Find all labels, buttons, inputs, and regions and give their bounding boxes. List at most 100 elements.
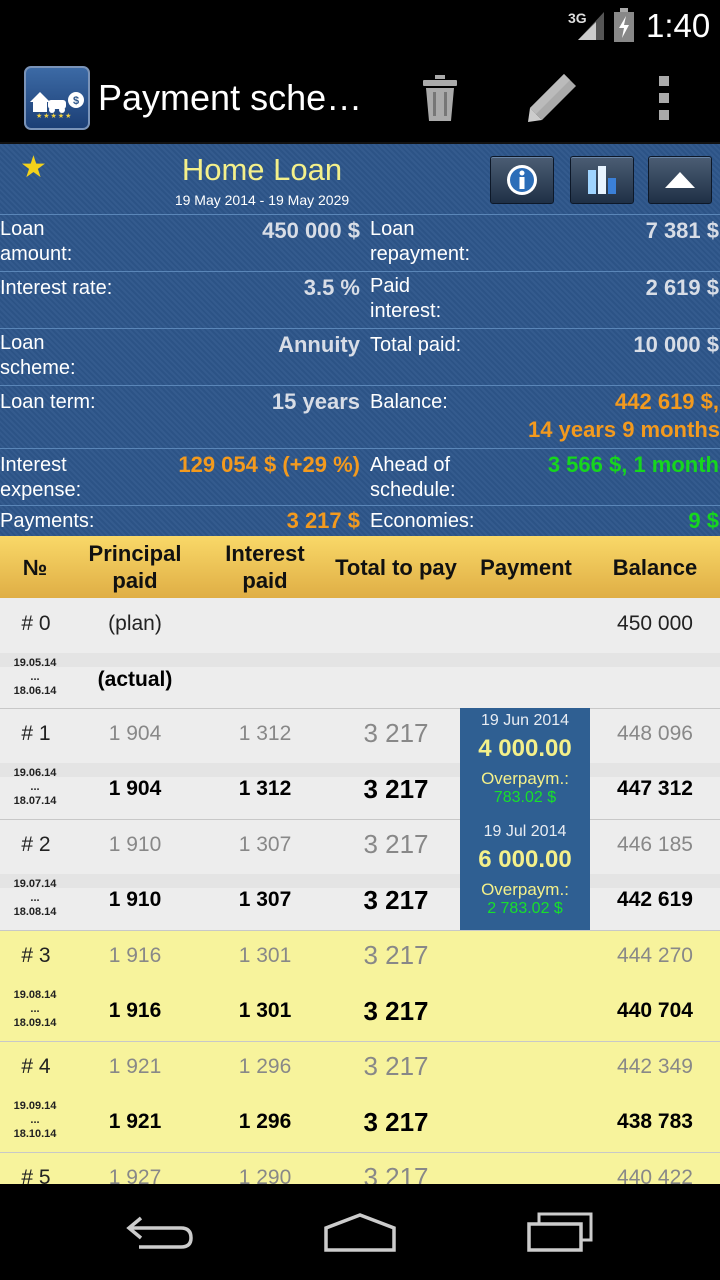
period-dates: 19.09.14... 18.10.14 bbox=[13, 1100, 57, 1140]
plan-balance: 446 185 bbox=[617, 833, 693, 856]
summary-row: Loan amount: 450 000 $ Loan repayment: 7… bbox=[0, 214, 720, 271]
economies-label: Economies: bbox=[370, 510, 475, 532]
plan-total: 3 217 bbox=[363, 1162, 429, 1184]
schedule-table-header: № Principal paid Interest paid Total to … bbox=[0, 536, 720, 598]
overpayment-label: Overpaym.: bbox=[481, 769, 569, 788]
actual-balance: 438 783 bbox=[617, 1110, 693, 1133]
actual-balance: 440 704 bbox=[617, 999, 693, 1022]
col-total-to-pay[interactable]: Total to pay bbox=[330, 536, 462, 598]
actual-label: (actual) bbox=[97, 668, 173, 691]
loan-dates: 19 May 2014 - 19 May 2029 bbox=[174, 192, 350, 208]
table-row[interactable]: # 4 1 921 1 296 3 217 442 349 19.09.14..… bbox=[0, 1041, 720, 1152]
more-vert-icon bbox=[659, 76, 669, 120]
plan-total: 3 217 bbox=[363, 940, 429, 970]
summary-row: Loan scheme: Annuity Total paid: 10 000 … bbox=[0, 328, 720, 385]
ahead-of-schedule-value: 3 566 $, 1 month bbox=[547, 452, 719, 477]
table-row[interactable]: # 3 1 916 1 301 3 217 444 270 19.08.14..… bbox=[0, 930, 720, 1041]
col-number[interactable]: № bbox=[0, 536, 70, 598]
loan-term-value: 15 years bbox=[271, 389, 360, 414]
rating-stars-icon: ★★★★★ bbox=[36, 113, 73, 120]
col-payment[interactable]: Payment bbox=[462, 536, 590, 598]
table-row[interactable]: # 2 1 910 1 307 3 217 446 185 19.07.14..… bbox=[0, 819, 720, 930]
plan-total: 3 217 bbox=[363, 1051, 429, 1081]
actual-interest: 1 296 bbox=[238, 1110, 292, 1133]
plan-balance: 444 270 bbox=[617, 944, 693, 967]
action-bar: $ ★★★★★ Payment sche… bbox=[0, 50, 720, 144]
period-dates: 19.05.14... 18.06.14 bbox=[13, 657, 57, 697]
row-number: # 1 bbox=[21, 722, 51, 745]
actual-interest: 1 307 bbox=[238, 888, 292, 911]
interest-rate-value: 3.5 % bbox=[303, 275, 360, 300]
row-number: # 5 bbox=[21, 1166, 51, 1184]
loan-repayment-value: 7 381 $ bbox=[645, 218, 719, 243]
payment-cell[interactable]: 19 Jul 2014 6 000.00 Overpaym.: 2 783.02… bbox=[460, 819, 590, 930]
edit-button[interactable] bbox=[524, 70, 580, 126]
row-number: # 2 bbox=[21, 833, 51, 856]
row-number: # 4 bbox=[21, 1055, 51, 1078]
back-icon bbox=[126, 1216, 193, 1249]
plan-principal: 1 927 bbox=[108, 1166, 162, 1184]
delete-button[interactable] bbox=[412, 70, 468, 126]
payment-date: 19 Jun 2014 bbox=[480, 712, 570, 729]
plan-principal: 1 921 bbox=[108, 1055, 162, 1078]
actual-balance: 442 619 bbox=[617, 888, 693, 911]
recent-apps-button[interactable] bbox=[520, 1210, 600, 1254]
table-row[interactable]: # 5 1 927 1 290 3 217 440 422 bbox=[0, 1152, 720, 1184]
info-icon bbox=[507, 165, 537, 195]
plan-principal: 1 916 bbox=[108, 944, 162, 967]
favorite-star-icon[interactable]: ★ bbox=[20, 150, 47, 185]
interest-expense-label: Interest expense: bbox=[0, 454, 82, 501]
home-icon bbox=[324, 1213, 396, 1252]
table-row[interactable]: # 1 1 904 1 312 3 217 448 096 19.06.14..… bbox=[0, 708, 720, 819]
svg-text:$: $ bbox=[73, 95, 79, 107]
actual-principal: 1 904 bbox=[108, 777, 162, 800]
info-button[interactable] bbox=[490, 156, 554, 204]
clock: 1:40 bbox=[646, 7, 711, 44]
app-logo-icon[interactable]: $ ★★★★★ bbox=[24, 66, 90, 130]
payment-cell[interactable]: 19 Jun 2014 4 000.00 Overpaym.: 783.02 $ bbox=[460, 708, 590, 819]
economies-value: 9 $ bbox=[688, 508, 719, 533]
col-interest-paid[interactable]: Interest paid bbox=[205, 536, 325, 598]
summary-row: Interest rate: 3.5 % Paid interest: 2 61… bbox=[0, 271, 720, 328]
balance-value: 442 619 $, bbox=[615, 389, 719, 414]
col-balance[interactable]: Balance bbox=[592, 536, 718, 598]
chart-button[interactable] bbox=[570, 156, 634, 204]
overpayment-label: Overpaym.: bbox=[481, 880, 569, 899]
table-row[interactable]: # 0 (plan) 450 000 19.05.14... 18.06.14 (… bbox=[0, 598, 720, 709]
overpayment-value: 783.02 $ bbox=[493, 789, 557, 806]
actual-total: 3 217 bbox=[363, 885, 429, 915]
actual-total: 3 217 bbox=[363, 774, 429, 804]
page-title: Payment sche… bbox=[98, 77, 363, 118]
loan-summary-panel: ★ Home Loan 19 May 2014 - 19 May 2029 Lo… bbox=[0, 144, 720, 536]
period-dates: 19.08.14... 18.09.14 bbox=[13, 989, 57, 1029]
col-principal-paid[interactable]: Principal paid bbox=[75, 536, 195, 598]
battery-icon bbox=[614, 8, 634, 42]
overpayment-value: 2 783.02 $ bbox=[487, 900, 563, 917]
back-button[interactable] bbox=[120, 1210, 200, 1254]
interest-expense-value: 129 054 $ (+29 %) bbox=[178, 452, 360, 477]
loan-repayment-label: Loan repayment: bbox=[370, 218, 471, 265]
actual-principal: 1 921 bbox=[108, 1110, 162, 1133]
actual-principal: 1 910 bbox=[108, 888, 162, 911]
actual-principal: 1 916 bbox=[108, 999, 162, 1022]
loan-amount-label: Loan amount: bbox=[0, 218, 73, 265]
recent-apps-icon bbox=[527, 1212, 593, 1252]
plan-label: (plan) bbox=[108, 612, 162, 635]
plan-balance: 448 096 bbox=[617, 722, 693, 745]
summary-row: Loan term: 15 years Balance: 442 619 $, … bbox=[0, 385, 720, 448]
collapse-button[interactable] bbox=[648, 156, 712, 204]
paid-interest-value: 2 619 $ bbox=[645, 275, 719, 300]
overflow-menu-button[interactable] bbox=[636, 70, 692, 126]
plan-balance: 450 000 bbox=[617, 612, 693, 635]
payment-amount: 4 000.00 bbox=[478, 735, 572, 762]
actual-interest: 1 301 bbox=[238, 999, 292, 1022]
actual-total: 3 217 bbox=[363, 1107, 429, 1137]
summary-row: Interest expense: 129 054 $ (+29 %) Ahea… bbox=[0, 448, 720, 505]
ahead-of-schedule-label: Ahead of schedule: bbox=[370, 454, 456, 501]
period-dates: 19.06.14... 18.07.14 bbox=[13, 767, 57, 807]
home-button[interactable] bbox=[320, 1210, 400, 1254]
loan-header: ★ Home Loan 19 May 2014 - 19 May 2029 bbox=[0, 144, 720, 214]
plan-total: 3 217 bbox=[363, 718, 429, 748]
actual-total: 3 217 bbox=[363, 996, 429, 1026]
loan-term-label: Loan term: bbox=[0, 391, 96, 413]
